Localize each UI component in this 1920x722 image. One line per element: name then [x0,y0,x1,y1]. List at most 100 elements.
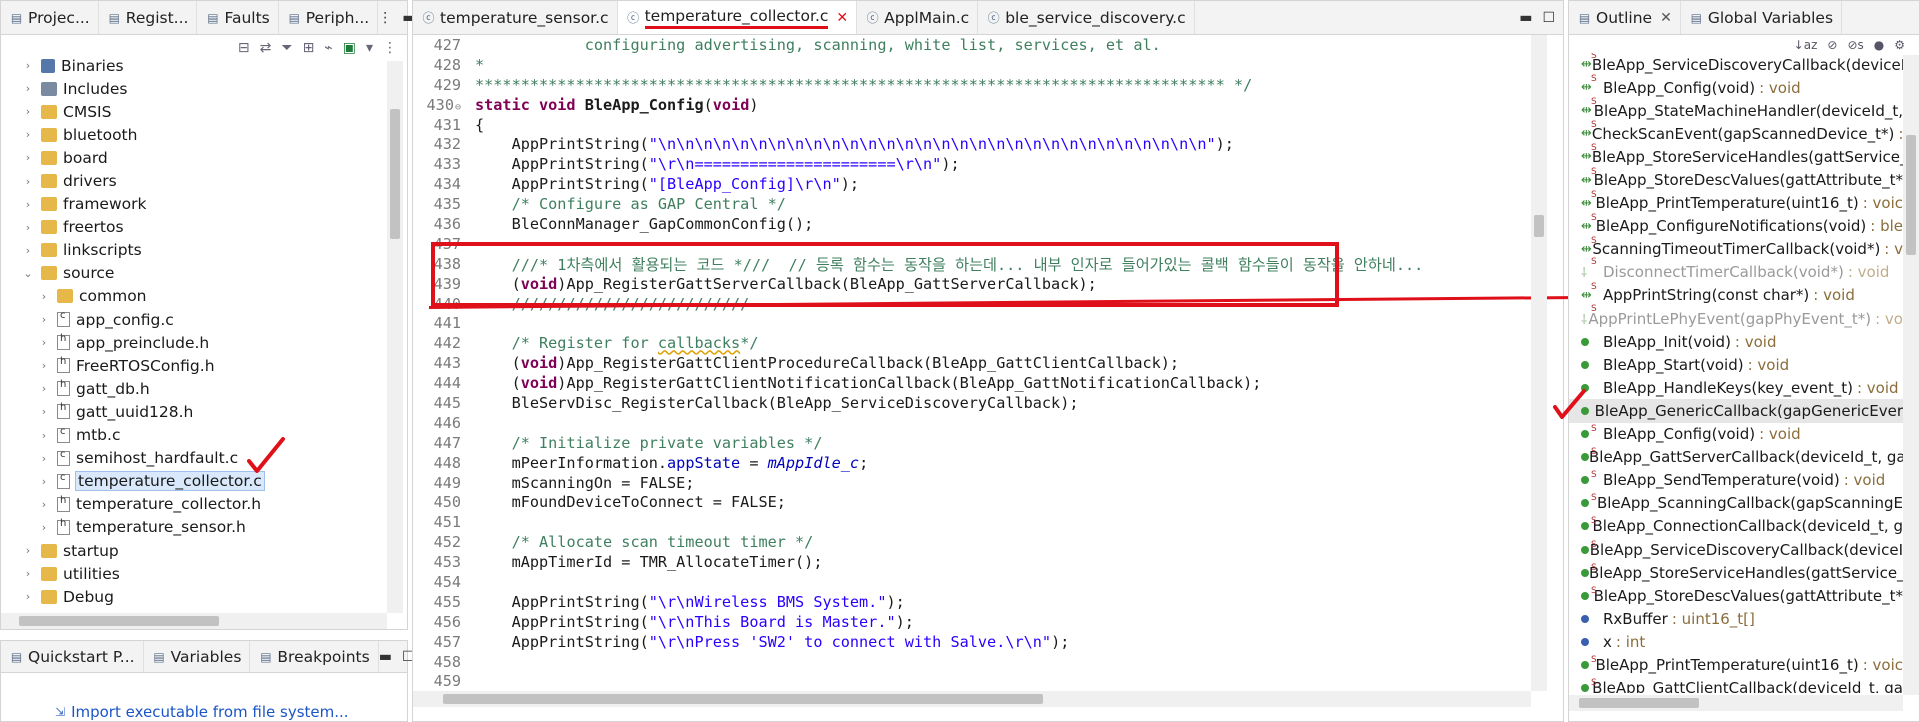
tree-item-label[interactable]: source [63,264,114,282]
code-text[interactable]: AppPrintString("\r\nWireless BMS System.… [465,593,905,611]
tab-label[interactable]: Variables [171,648,242,666]
code-text[interactable]: AppPrintString("\r\nPress 'SW2' to conne… [465,633,1070,651]
tree-item[interactable]: › FreeRTOSConfig.h [1,354,387,377]
outline-item[interactable]: ⇹SCheckScanEvent(gapScannedDevice_t*): b [1569,120,1903,145]
code-line[interactable]: 436 BleConnManager_GapCommonConfig(); [413,214,1533,234]
outline-item-name[interactable]: BleApp_StateMachineHandler(deviceId_t, [1594,102,1903,120]
view-menu-icon[interactable]: ⋮ [378,10,392,26]
outline-item-name[interactable]: BleApp_ConnectionCallback(deviceId_t, g [1592,517,1903,535]
tree-item[interactable]: › semihost_hardfault.c [1,447,387,470]
tab-variables[interactable]: ▤ Variables [144,641,251,672]
outline-item-name[interactable]: BleApp_Start(void) [1603,356,1744,374]
close-icon[interactable]: ✕ [1660,10,1672,26]
tree-item[interactable]: › app_preinclude.h [1,331,387,354]
code-area[interactable]: 427 configuring advertising, scanning, w… [413,35,1533,693]
code-text[interactable]: (void)App_RegisterGattClientProcedureCal… [465,354,1180,372]
collapsed-chevron-icon[interactable]: › [37,290,51,303]
outline-item[interactable]: S BleApp_StoreDescValues(gattAttribute_t* [1569,584,1903,607]
tree-item-label[interactable]: bluetooth [63,126,137,144]
tree-item-label[interactable]: temperature_sensor.h [76,518,246,536]
code-line[interactable]: 442 /* Register for callbacks*/ [413,333,1533,353]
outline-item[interactable]: S BleApp_Config(void): void [1569,423,1903,446]
tree-item-label[interactable]: gatt_uuid128.h [76,403,193,421]
code-text[interactable]: BleServDisc_RegisterCallback(BleApp_Serv… [465,394,1079,412]
collapsed-chevron-icon[interactable]: › [37,405,51,418]
outline-item-name[interactable]: BleApp_StoreDescValues(gattAttribute_t* [1594,587,1903,605]
tree-item[interactable]: › CMSIS [1,100,387,123]
outline-item[interactable]: S BleApp_PrintTemperature(uint16_t): voic [1569,653,1903,676]
code-text[interactable]: configuring advertising, scanning, white… [465,36,1161,54]
code-line[interactable]: 451 [413,512,1533,532]
explorer-horizontal-scrollbar[interactable] [1,613,387,629]
code-line[interactable]: 445 BleServDisc_RegisterCallback(BleApp_… [413,393,1533,413]
code-text[interactable]: { [465,116,484,134]
import-executable-link[interactable]: ⇲ Import executable from file system... [55,703,349,721]
tab-quickstart-p-[interactable]: ▤ Quickstart P... [1,641,144,672]
tab-label[interactable]: Projec... [28,9,90,27]
code-text[interactable]: mAppTimerId = TMR_AllocateTimer(); [465,553,823,571]
code-line[interactable]: 450 mFoundDeviceToConnect = FALSE; [413,492,1533,512]
tree-item[interactable]: › freertos [1,216,387,239]
collapsed-chevron-icon[interactable]: › [21,244,35,257]
maximize-icon[interactable]: ☐ [1542,10,1555,26]
code-line[interactable]: 429 *************************************… [413,75,1533,95]
collapsed-chevron-icon[interactable]: › [21,590,35,603]
hide-static-icon[interactable]: ⊘s [1847,38,1863,52]
tree-item-label[interactable]: utilities [63,565,120,583]
outline-item[interactable]: S BleApp_GattClientCallback(deviceId_t, g… [1569,677,1903,693]
tab-label[interactable]: Regist... [126,9,189,27]
code-line[interactable]: 452 /* Allocate scan timeout timer */ [413,532,1533,552]
collapsed-chevron-icon[interactable]: › [37,359,51,372]
code-line[interactable]: 444 (void)App_RegisterGattClientNotifica… [413,373,1533,393]
collapsed-chevron-icon[interactable]: › [21,567,35,580]
outline-item-name[interactable]: CheckScanEvent(gapScannedDevice_t*) [1592,125,1894,143]
outline-item[interactable]: ⇹ S BleApp_ServiceDiscoveryCallback(device… [1569,53,1903,76]
tree-item[interactable]: › utilities [1,562,387,585]
code-line[interactable]: 448 mPeerInformation.appState = mAppIdle… [413,453,1533,473]
tree-item-label[interactable]: semihost_hardfault.c [76,449,238,467]
tree-item[interactable]: › linkscripts [1,239,387,262]
outline-item-name[interactable]: BleApp_SendTemperature(void) [1603,471,1840,489]
code-line[interactable]: 449 mScanningOn = FALSE; [413,473,1533,493]
code-text[interactable]: AppPrintString("[BleApp_Config]\r\n"); [465,175,860,193]
collapsed-chevron-icon[interactable]: › [21,221,35,234]
tab-ble-service-discovery-c[interactable]: ⓒ ble_service_discovery.c [978,1,1195,34]
collapsed-chevron-icon[interactable]: › [21,105,35,118]
code-line[interactable]: 433 AppPrintString("\r\n================… [413,154,1533,174]
tab-temperature-sensor-c[interactable]: ⓒ temperature_sensor.c [413,1,618,34]
outline-item-name[interactable]: ScanningTimeoutTimerCallback(void*) [1592,240,1880,258]
outline-item[interactable]: x: int [1569,630,1903,653]
code-line[interactable]: 441 [413,313,1533,333]
editor-vertical-scrollbar[interactable] [1531,35,1547,691]
tab-label[interactable]: temperature_collector.c [644,7,829,29]
code-text[interactable]: BleConnManager_GapCommonConfig(); [465,215,814,233]
collapsed-chevron-icon[interactable]: › [37,475,51,488]
tab-label[interactable]: Quickstart P... [28,648,135,666]
tree-item[interactable]: › temperature_sensor.h [1,516,387,539]
tree-item-label[interactable]: linkscripts [63,241,142,259]
outline-item-name[interactable]: BleApp_StoreServiceHandles(gattService_ [1592,148,1903,166]
outline-item-name[interactable]: BleApp_PrintTemperature(uint16_t) [1595,656,1858,674]
tree-item[interactable]: › common [1,285,387,308]
tree-item[interactable]: › Includes [1,77,387,100]
tab-label[interactable]: ble_service_discovery.c [1005,9,1185,27]
outline-item[interactable]: ⇹ S ScanningTimeoutTimerCallback(void*): v [1569,236,1903,261]
tab-breakpoints[interactable]: ▤ Breakpoints [250,641,379,672]
tree-item-label[interactable]: common [79,287,147,305]
expanded-chevron-icon[interactable]: ⌄ [21,267,35,280]
code-text[interactable]: AppPrintString("\r\nThis Board is Master… [465,613,914,631]
code-line[interactable]: 457 AppPrintString("\r\nPress 'SW2' to c… [413,632,1533,652]
outline-item-name[interactable]: RxBuffer [1603,610,1668,628]
collapsed-chevron-icon[interactable]: › [37,498,51,511]
outline-horizontal-scrollbar[interactable] [1569,695,1903,711]
code-text[interactable]: mPeerInformation.appState = mAppIdle_c; [465,454,869,472]
tree-item-label[interactable]: FreeRTOSConfig.h [76,357,215,375]
collapsed-chevron-icon[interactable]: › [21,544,35,557]
outline-item-name[interactable]: BleApp_ServiceDiscoveryCallback(deviceI [1590,541,1903,559]
collapsed-chevron-icon[interactable]: › [37,521,51,534]
outline-item[interactable]: BleApp_HandleKeys(key_event_t): void [1569,376,1903,399]
code-line[interactable]: 455 AppPrintString("\r\nWireless BMS Sys… [413,592,1533,612]
code-text[interactable]: /* Allocate scan timeout timer */ [465,533,814,551]
tree-item-label[interactable]: board [63,149,108,167]
tab-periph-[interactable]: ▤ Periph... [279,1,379,34]
